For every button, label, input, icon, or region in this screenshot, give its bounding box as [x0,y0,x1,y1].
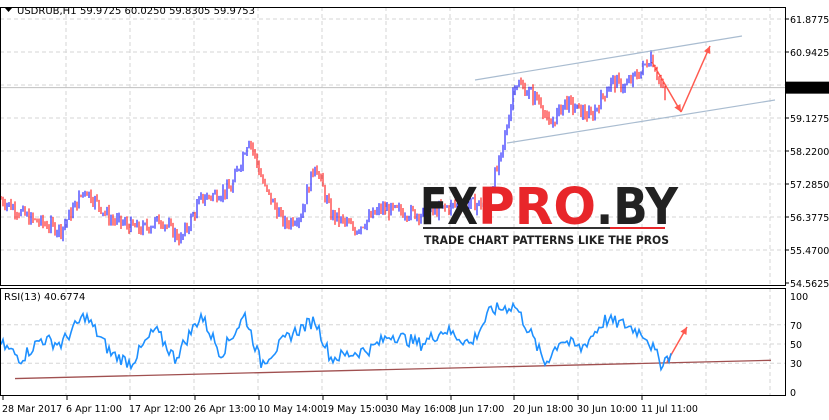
watermark-logo: FX PRO .BY TRADE CHART PATTERNS LIKE THE… [420,178,679,247]
price-tick-label: 56.3775 [790,213,829,224]
time-tick-label: 28 Mar 2017 [2,404,62,415]
watermark-tagline: TRADE CHART PATTERNS LIKE THE PROS [424,233,669,247]
time-tick-label: 30 May 16:00 [386,404,451,415]
rsi-tick-label: 30 [790,359,802,370]
price-tick-label: 55.4700 [790,246,829,257]
time-tick-label: 11 Jul 11:00 [641,404,698,415]
time-tick-label: 10 May 14:00 [258,404,323,415]
price-tick-label: 57.2850 [790,180,829,191]
current-price-label: 59.9753 [789,84,828,95]
rsi-tick-label: 70 [790,321,802,332]
symbol-label: USDRUB,H1 [17,6,77,17]
time-tick-label: 17 Apr 12:00 [129,404,191,415]
rsi-label: RSI(13) 40.6774 [4,292,85,303]
rsi-tick-label: 50 [790,340,802,351]
price-tick-label: 59.1275 [790,114,829,125]
rsi-tick-label: 0 [790,388,796,399]
time-tick-label: 26 Apr 13:00 [194,404,256,415]
rsi-line [0,301,672,372]
chart-canvas: FX PRO .BY TRADE CHART PATTERNS LIKE THE… [0,6,829,415]
time-tick-label: 8 Jun 17:00 [450,404,504,415]
ohlc-values: 59.9725 60.0250 59.8305 59.9753 [80,6,255,17]
price-tick-label: 54.5625 [790,279,829,290]
price-tick-label: 60.9425 [790,48,829,59]
price-tick-label: 61.8775 [790,15,829,26]
dropdown-triangle-icon[interactable] [5,8,12,12]
time-tick-label: 19 May 15:00 [322,404,387,415]
rsi-panel-frame [0,288,786,396]
time-tick-label: 30 Jun 10:00 [577,404,637,415]
time-tick-label: 20 Jun 18:00 [513,404,573,415]
rsi-tick-label: 100 [790,292,808,303]
down-arrow [651,61,682,113]
channel-upper-line [474,35,743,81]
channel-lower-line [506,99,776,144]
price-tick-label: 58.2200 [790,147,829,158]
time-tick-label: 6 Apr 11:00 [66,404,122,415]
chart-header: USDRUB,H1 59.9725 60.0250 59.8305 59.975… [4,6,255,303]
